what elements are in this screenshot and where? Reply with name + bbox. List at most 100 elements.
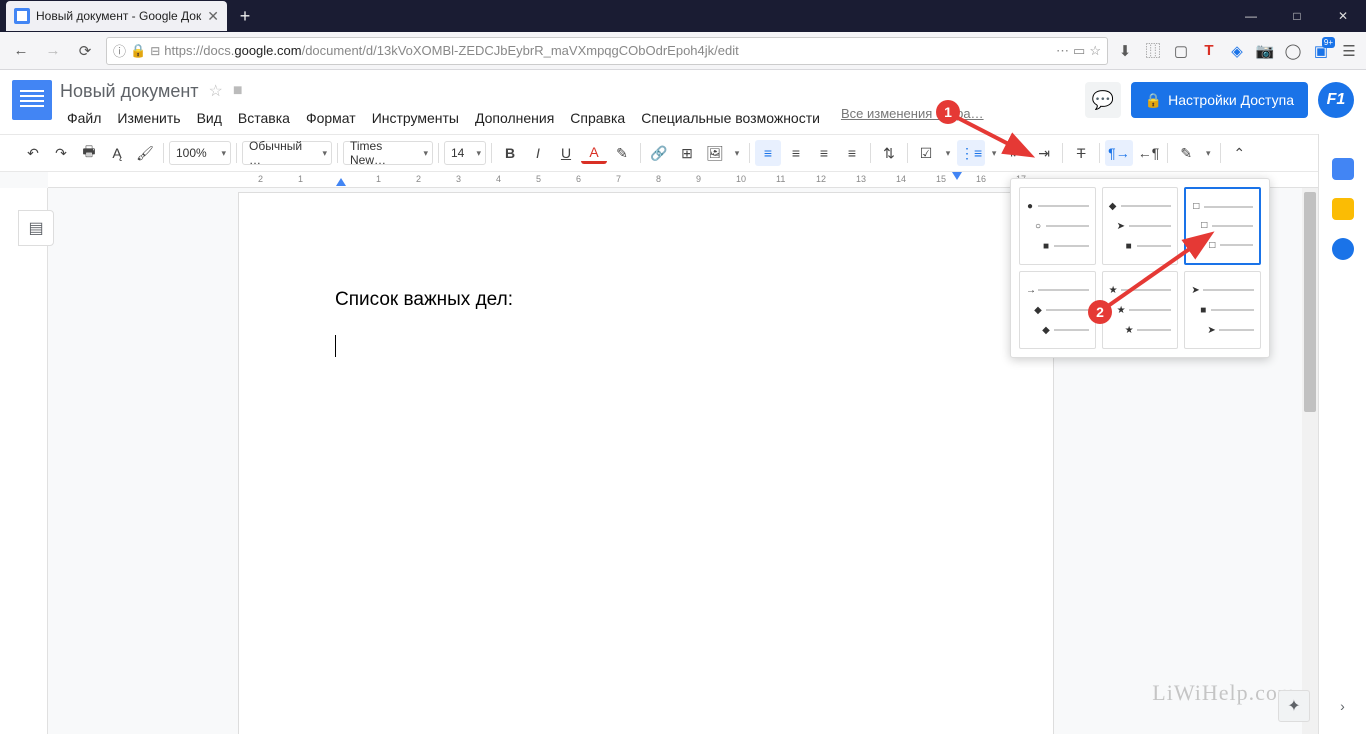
image-dropdown[interactable]: ▾ [730,148,744,159]
account-icon[interactable]: ◯ [1282,40,1304,62]
library-icon[interactable]: ⿲ [1142,40,1164,62]
page-actions-icon[interactable]: ⋯ [1056,43,1069,59]
info-icon[interactable]: ⓘ [113,41,126,60]
menu-view[interactable]: Вид [190,106,229,130]
move-folder-icon[interactable]: ■ [233,82,243,100]
comments-button[interactable]: 💬 [1085,82,1121,118]
window-maximize[interactable]: □ [1274,0,1320,32]
browser-toolbar: ← → ⟳ ⓘ 🔒 ⊟ https://docs.google.com/docu… [0,32,1366,70]
nav-reload-button[interactable]: ⟳ [70,36,100,66]
tab-title: Новый документ - Google Док [36,9,201,23]
nav-forward-button[interactable]: → [38,36,68,66]
permission-icon[interactable]: ⊟ [150,44,160,58]
menu-accessibility[interactable]: Специальные возможности [634,106,827,130]
calendar-icon[interactable] [1332,158,1354,180]
menu-edit[interactable]: Изменить [110,106,187,130]
format-toolbar: ↶ ↷ 🖶 Ą 🖌 100% Обычный … Times New… 14 B… [0,134,1366,172]
user-avatar[interactable]: F1 [1318,82,1354,118]
docs-favicon [14,8,30,24]
docs-logo-icon[interactable] [12,80,52,120]
paint-format-button[interactable]: 🖌 [132,140,158,166]
tab-close-icon[interactable]: ✕ [207,8,219,25]
bold-button[interactable]: B [497,140,523,166]
align-center-button[interactable]: ≡ [783,140,809,166]
clear-format-button[interactable]: T [1068,140,1094,166]
reader-icon[interactable]: ▭ [1073,43,1085,59]
tasks-icon[interactable] [1332,238,1354,260]
share-button[interactable]: 🔒 Настройки Доступа [1131,82,1308,118]
scrollbar-thumb[interactable] [1304,192,1316,412]
redo-button[interactable]: ↷ [48,140,74,166]
star-document-icon[interactable]: ☆ [209,81,223,101]
window-titlebar: Новый документ - Google Док ✕ + — □ ✕ [0,0,1366,32]
window-close[interactable]: ✕ [1320,0,1366,32]
spellcheck-button[interactable]: Ą [104,140,130,166]
comment-button[interactable]: ⊞ [674,140,700,166]
star-icon[interactable]: ☆ [1089,43,1101,59]
line-spacing-button[interactable]: ⇅ [876,140,902,166]
window-minimize[interactable]: — [1228,0,1274,32]
extension-cam-icon[interactable]: 📷 [1254,40,1276,62]
document-page[interactable]: Список важных дел: [238,192,1054,734]
lock-icon: 🔒 [1145,92,1162,109]
extension-badge-icon[interactable]: ▣ [1310,40,1332,62]
print-button[interactable]: 🖶 [76,140,102,166]
align-left-button[interactable]: ≡ [755,140,781,166]
explore-button[interactable]: ✦ [1278,690,1310,722]
editing-mode-dropdown[interactable]: ▾ [1201,148,1215,159]
document-title[interactable]: Новый документ [60,81,199,102]
annotation-badge-1: 1 [936,100,960,124]
undo-button[interactable]: ↶ [20,140,46,166]
underline-button[interactable]: U [553,140,579,166]
annotation-arrow-2 [1100,228,1220,318]
lock-icon: 🔒 [130,43,146,59]
image-button[interactable]: 🖼 [702,140,728,166]
keep-icon[interactable] [1332,198,1354,220]
ltr-button[interactable]: ¶→ [1105,140,1133,166]
browser-tab[interactable]: Новый документ - Google Док ✕ [6,1,227,31]
document-text: Список важных дел: [335,289,957,311]
rtl-button[interactable]: ←¶ [1135,140,1163,166]
menu-file[interactable]: Файл [60,106,108,130]
url-text: https://docs.google.com/document/d/13kVo… [164,43,1052,58]
menu-addons[interactable]: Дополнения [468,106,561,130]
align-justify-button[interactable]: ≡ [839,140,865,166]
nav-back-button[interactable]: ← [6,36,36,66]
bullet-option-4[interactable]: → ◆ ◆ [1019,271,1096,349]
menu-insert[interactable]: Вставка [231,106,297,130]
bullet-option-1[interactable]: ● ○ ■ [1019,187,1096,265]
font-select[interactable]: Times New… [343,141,433,165]
fontsize-select[interactable]: 14 [444,141,486,165]
menu-format[interactable]: Формат [299,106,363,130]
highlight-button[interactable]: ✎ [609,140,635,166]
annotation-badge-2: 2 [1088,300,1112,324]
text-color-button[interactable]: A [581,142,607,164]
pocket-icon[interactable]: ⬇ [1114,40,1136,62]
checklist-button[interactable]: ☑ [913,140,939,166]
italic-button[interactable]: I [525,140,551,166]
side-panel: › [1318,134,1366,734]
sidebar-icon[interactable]: ▢ [1170,40,1192,62]
style-select[interactable]: Обычный … [242,141,332,165]
extension-t-icon[interactable]: T [1198,40,1220,62]
outline-toggle-button[interactable]: ▤ [18,210,54,246]
address-bar[interactable]: ⓘ 🔒 ⊟ https://docs.google.com/document/d… [106,37,1108,65]
menu-tools[interactable]: Инструменты [365,106,466,130]
align-right-button[interactable]: ≡ [811,140,837,166]
menu-help[interactable]: Справка [563,106,632,130]
menu-bar: Файл Изменить Вид Вставка Формат Инструм… [60,106,1077,130]
vertical-scrollbar[interactable] [1302,188,1318,734]
extension-abp-icon[interactable]: ◈ [1226,40,1248,62]
vertical-ruler[interactable] [0,188,48,734]
zoom-select[interactable]: 100% [169,141,231,165]
editing-mode-button[interactable]: ✎ [1173,140,1199,166]
menu-icon[interactable]: ☰ [1338,40,1360,62]
watermark-text: LiWiHelp.com [1152,680,1296,706]
text-cursor [335,335,336,357]
docs-header: Новый документ ☆ ■ Файл Изменить Вид Вст… [0,70,1366,134]
link-button[interactable]: 🔗 [646,140,672,166]
side-expand-button[interactable]: › [1340,698,1345,714]
annotation-arrow-1 [950,110,1040,170]
new-tab-button[interactable]: + [231,2,259,30]
collapse-toolbar-button[interactable]: ⌃ [1226,140,1252,166]
